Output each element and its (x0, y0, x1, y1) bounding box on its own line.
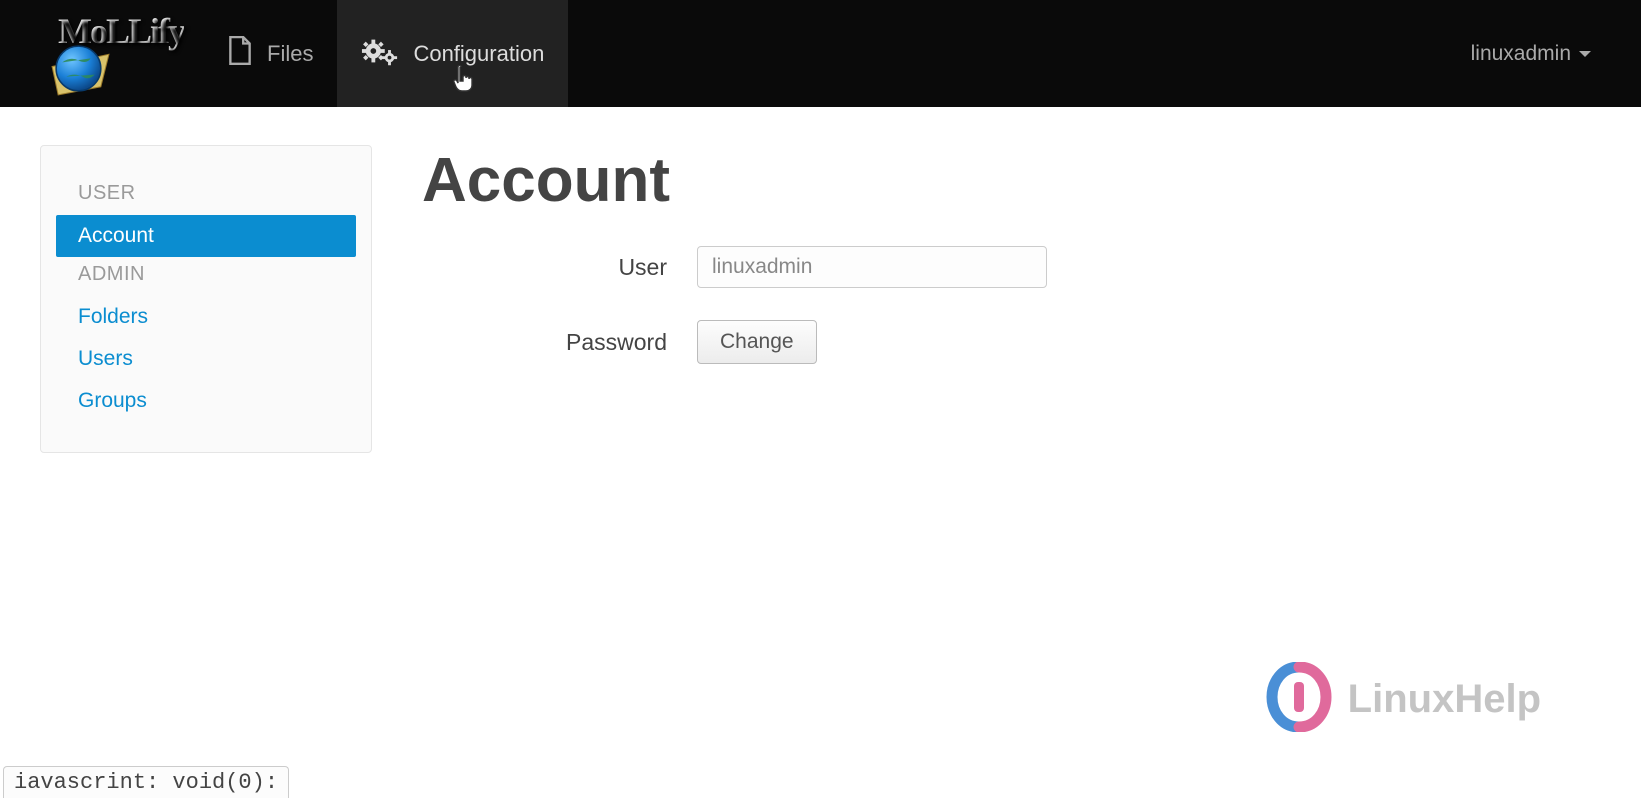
user-input[interactable] (697, 246, 1047, 288)
content: Account User Password Change (422, 145, 1601, 396)
user-menu[interactable]: linuxadmin (1471, 42, 1621, 66)
nav-files[interactable]: Files (203, 0, 337, 107)
status-bar: iavascrint: void(0): (3, 766, 289, 798)
sidebar-heading-admin: ADMIN (56, 257, 356, 296)
sidebar-item-label: Folders (78, 305, 148, 328)
nav-configuration[interactable]: Configuration (337, 0, 568, 107)
nav-files-label: Files (267, 41, 313, 67)
brand-logo[interactable]: MoLLify (48, 6, 188, 101)
linuxhelp-icon (1264, 662, 1334, 737)
file-icon (227, 36, 253, 72)
sidebar: USER Account ADMIN Folders Users Groups (40, 145, 372, 453)
main-area: USER Account ADMIN Folders Users Groups … (0, 107, 1641, 491)
password-label: Password (422, 329, 697, 356)
field-password: Password Change (422, 320, 1601, 364)
gears-icon (361, 36, 399, 72)
user-menu-label: linuxadmin (1471, 42, 1571, 66)
sidebar-heading-user: USER (56, 176, 356, 215)
sidebar-item-folders[interactable]: Folders (56, 296, 356, 338)
sidebar-item-label: Users (78, 347, 133, 370)
linuxhelp-text: LinuxHelp (1348, 677, 1541, 722)
page-title: Account (422, 145, 1601, 216)
change-password-button[interactable]: Change (697, 320, 817, 364)
sidebar-item-label: Groups (78, 389, 147, 412)
sidebar-item-label: Account (78, 224, 154, 247)
sidebar-item-account[interactable]: Account (56, 215, 356, 257)
sidebar-item-users[interactable]: Users (56, 338, 356, 380)
caret-down-icon (1579, 51, 1591, 57)
linuxhelp-logo: LinuxHelp (1264, 662, 1541, 737)
nav-configuration-label: Configuration (413, 41, 544, 67)
sidebar-item-groups[interactable]: Groups (56, 380, 356, 422)
field-user: User (422, 246, 1601, 288)
navbar: MoLLify Files (0, 0, 1641, 107)
user-label: User (422, 254, 697, 281)
brand-text: MoLLify (58, 10, 184, 52)
